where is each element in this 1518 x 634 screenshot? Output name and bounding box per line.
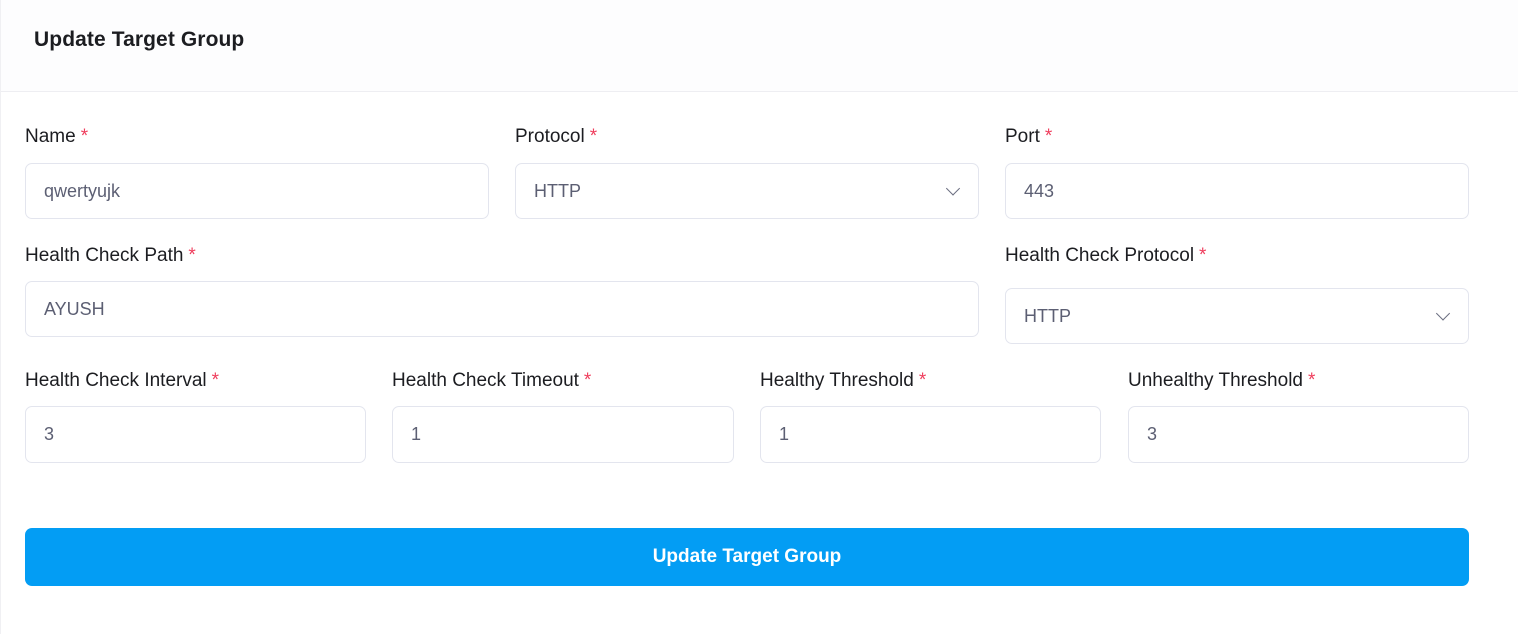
required-marker: * [80, 126, 89, 147]
protocol-label: Protocol * [515, 126, 598, 147]
health-check-protocol-label: Health Check Protocol * [1005, 245, 1207, 266]
health-check-protocol-select[interactable]: HTTP [1005, 288, 1469, 344]
unhealthy-threshold-label: Unhealthy Threshold * [1128, 370, 1316, 391]
health-check-timeout-label: Health Check Timeout * [392, 370, 592, 391]
required-marker: * [589, 126, 598, 147]
health-check-interval-label: Health Check Interval * [25, 370, 220, 391]
update-target-group-card: Update Target Group Name * qwertyujk Prot… [0, 0, 1518, 634]
name-label: Name * [25, 126, 89, 147]
card-header: Update Target Group [1, 0, 1518, 92]
health-check-path-input[interactable]: AYUSH [25, 281, 979, 337]
name-input[interactable]: qwertyujk [25, 163, 489, 219]
required-marker: * [188, 245, 196, 266]
required-marker: * [1199, 245, 1207, 266]
health-check-interval-input[interactable]: 3 [25, 406, 366, 463]
chevron-down-icon [945, 181, 961, 196]
health-check-path-label: Health Check Path * [25, 245, 196, 266]
required-marker: * [1044, 126, 1053, 147]
required-marker: * [211, 370, 220, 391]
healthy-threshold-label: Healthy Threshold * [760, 370, 927, 391]
healthy-threshold-input[interactable]: 1 [760, 406, 1101, 463]
port-input[interactable]: 443 [1005, 163, 1469, 219]
update-target-group-button[interactable]: Update Target Group [25, 528, 1469, 586]
chevron-down-icon [1435, 306, 1451, 321]
health-check-timeout-input[interactable]: 1 [392, 406, 734, 463]
unhealthy-threshold-input[interactable]: 3 [1128, 406, 1469, 463]
required-marker: * [918, 370, 927, 391]
page-title: Update Target Group [34, 28, 245, 51]
protocol-select[interactable]: HTTP [515, 163, 979, 219]
required-marker: * [1307, 370, 1316, 391]
port-label: Port * [1005, 126, 1053, 147]
required-marker: * [583, 370, 592, 391]
